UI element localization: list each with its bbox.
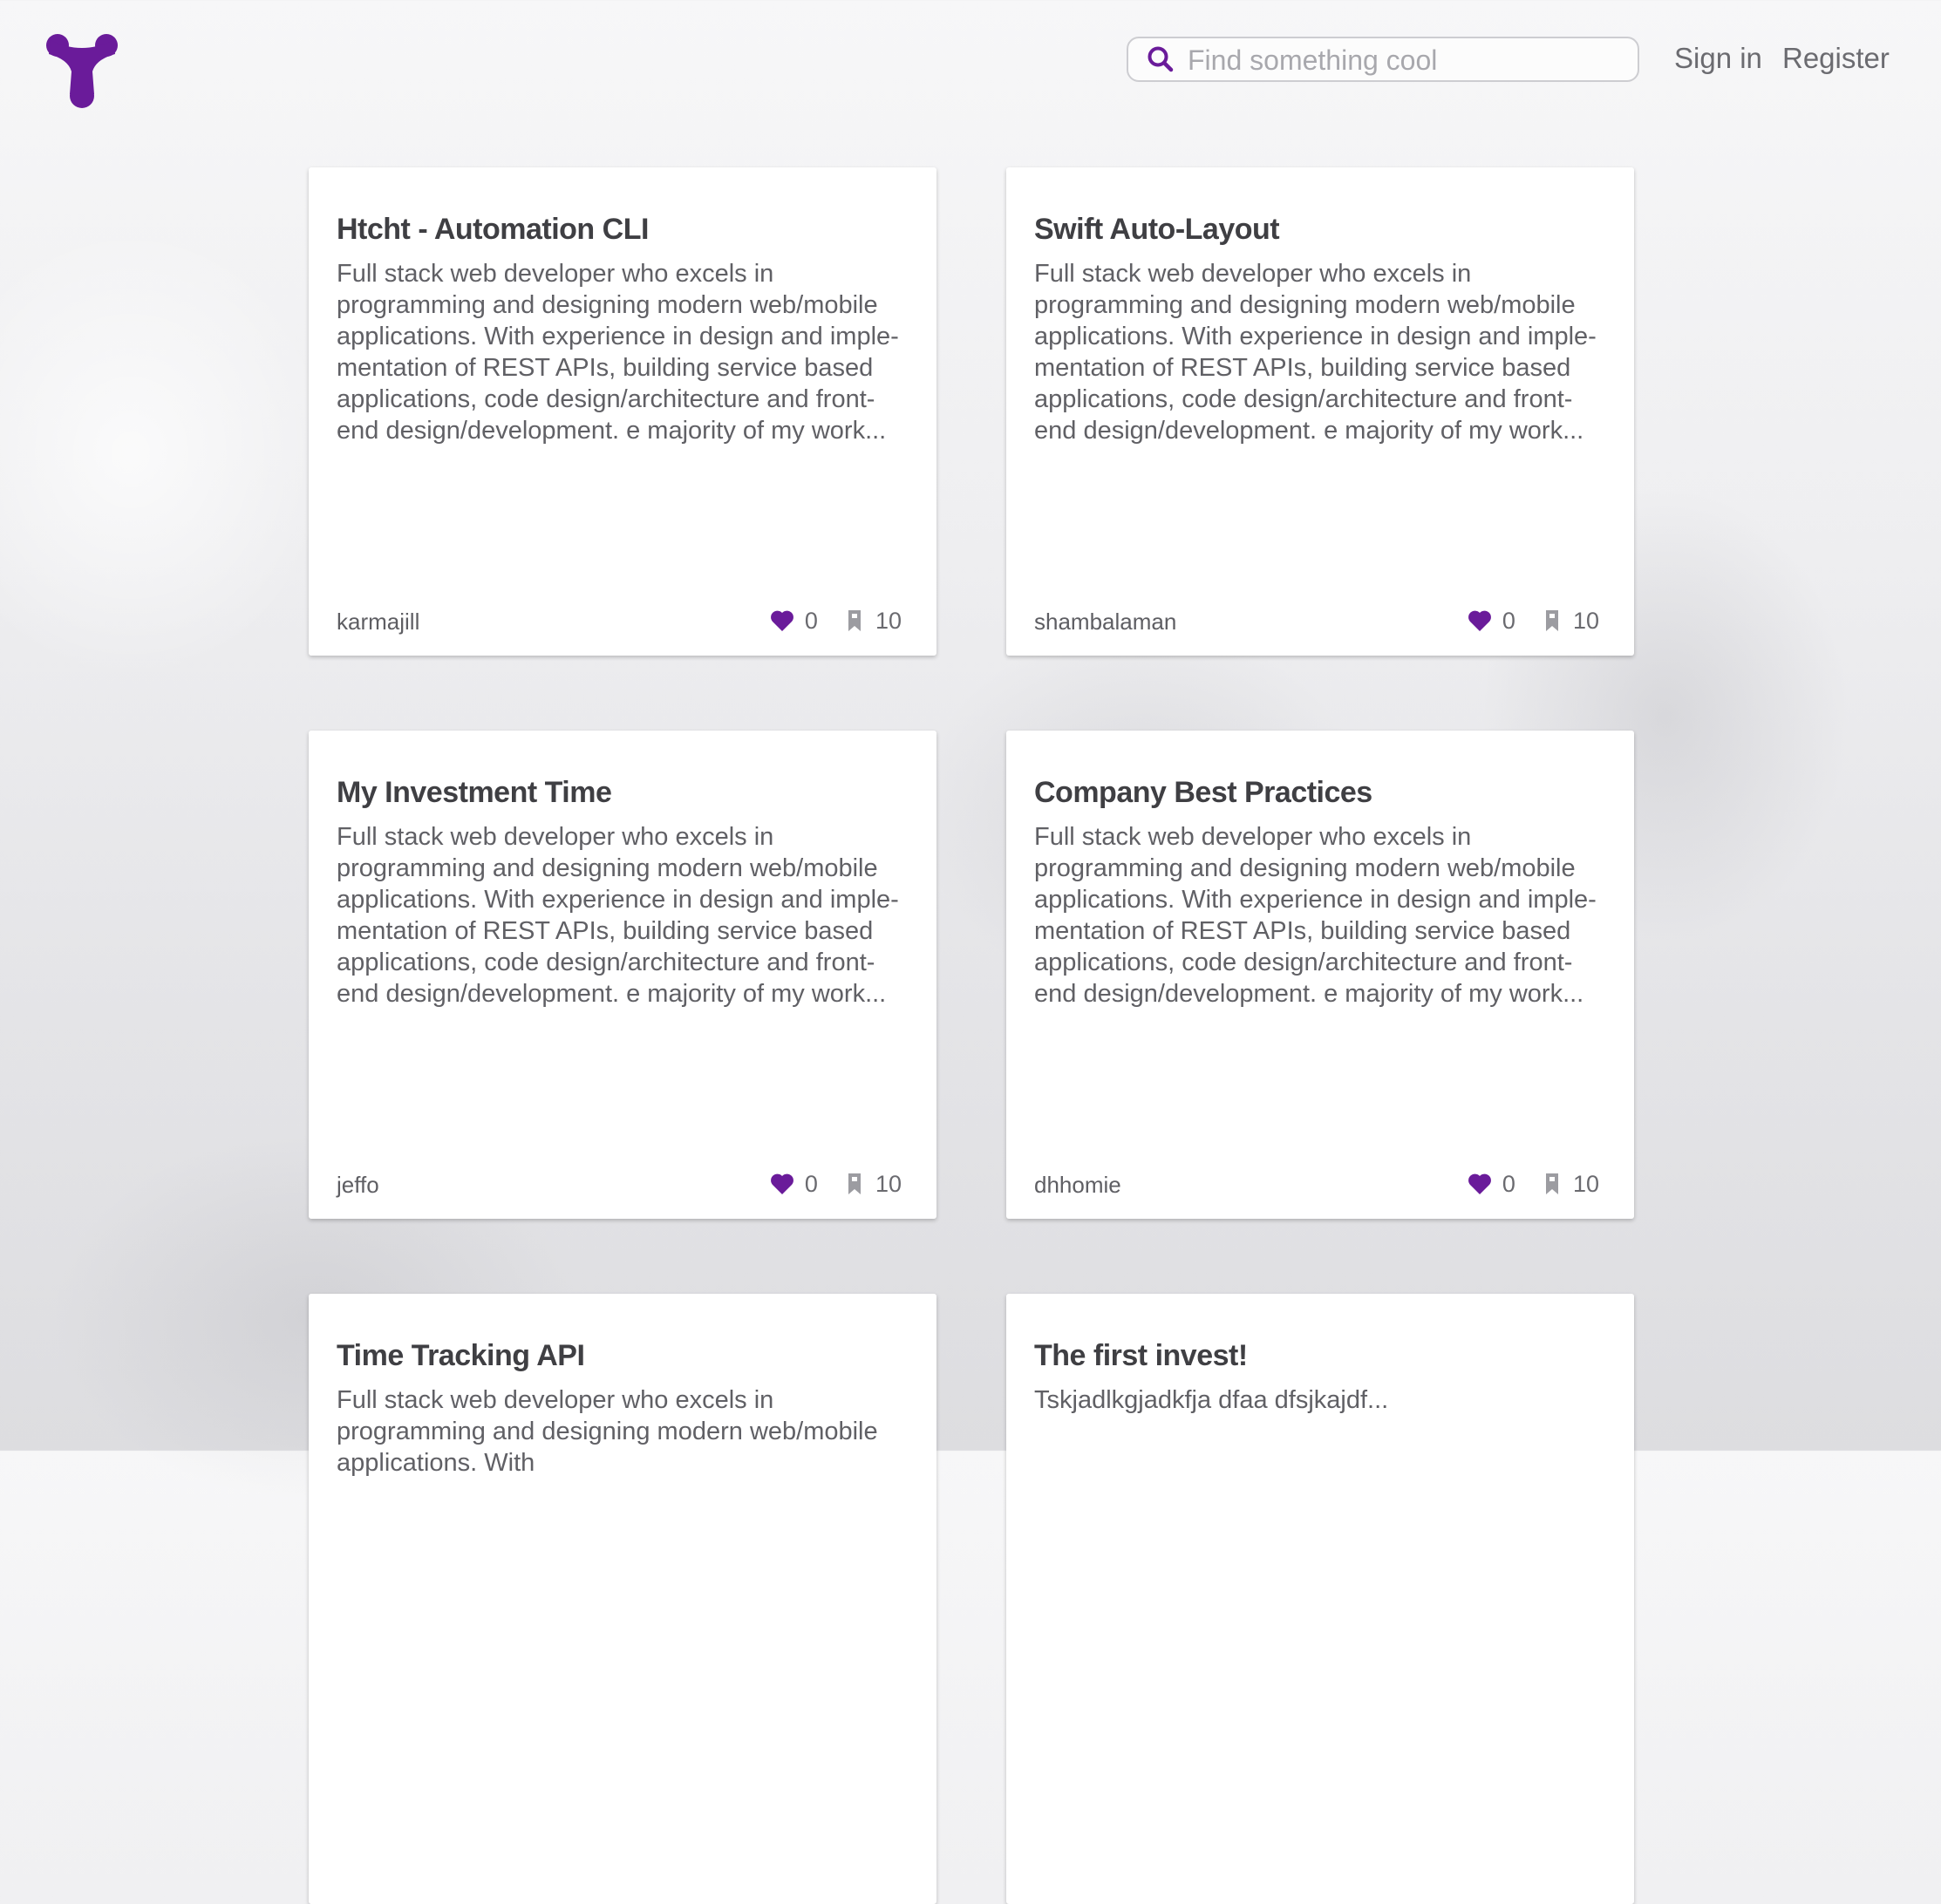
card-description: Full stack web developer who excels in p… bbox=[337, 1386, 878, 1477]
card-title[interactable]: Htcht - Automation CLI bbox=[337, 213, 909, 247]
card-footer: karmajill 0 10 bbox=[337, 603, 902, 638]
bookmark-icon[interactable] bbox=[848, 609, 862, 632]
card-title[interactable]: Swift Auto-Layout bbox=[1034, 213, 1606, 247]
app-logo-icon[interactable] bbox=[45, 33, 119, 110]
register-link[interactable]: Register bbox=[1782, 42, 1890, 75]
bookmark-icon[interactable] bbox=[1545, 609, 1559, 632]
project-card[interactable]: My Investment Time Full stack web develo… bbox=[309, 731, 936, 1219]
project-card[interactable]: Time Tracking API Full stack web develop… bbox=[309, 1294, 936, 1904]
card-footer: shambalaman 0 10 bbox=[1034, 603, 1599, 638]
search-box bbox=[1127, 37, 1639, 82]
bookmark-count: 10 bbox=[875, 1170, 902, 1197]
bookmark-count: 10 bbox=[875, 607, 902, 634]
card-title[interactable]: My Investment Time bbox=[337, 776, 909, 810]
search-icon[interactable] bbox=[1146, 45, 1175, 75]
card-footer: dhhomie 0 10 bbox=[1034, 1166, 1599, 1201]
sign-in-link[interactable]: Sign in bbox=[1674, 42, 1762, 75]
bookmark-icon[interactable] bbox=[848, 1173, 862, 1195]
card-stats: 0 10 bbox=[1468, 603, 1599, 638]
heart-icon[interactable] bbox=[1468, 609, 1492, 632]
project-card[interactable]: The first invest! Tskjadlkgjadkfja dfaa … bbox=[1006, 1294, 1634, 1904]
card-author[interactable]: shambalaman bbox=[1034, 609, 1176, 636]
card-author[interactable]: dhhomie bbox=[1034, 1172, 1121, 1199]
background-image bbox=[0, 227, 331, 680]
card-stats: 0 10 bbox=[770, 603, 902, 638]
bookmark-icon[interactable] bbox=[1545, 1173, 1559, 1195]
top-bar: Sign in Register bbox=[0, 0, 1941, 131]
like-count: 0 bbox=[804, 1170, 818, 1197]
card-stats: 0 10 bbox=[1468, 1166, 1599, 1201]
card-description: Full stack web developer who excels in p… bbox=[1034, 823, 1597, 1008]
card-title[interactable]: The first invest! bbox=[1034, 1339, 1606, 1373]
project-card[interactable]: Company Best Practices Full stack web de… bbox=[1006, 731, 1634, 1219]
heart-icon[interactable] bbox=[770, 1173, 794, 1195]
project-card[interactable]: Htcht - Automation CLI Full stack web de… bbox=[309, 167, 936, 656]
card-description: Full stack web developer who excels in p… bbox=[337, 823, 899, 1008]
card-description: Tskjadlkgjadkfja dfaa dfsjkajdf... bbox=[1034, 1386, 1389, 1414]
like-count: 0 bbox=[1502, 1170, 1515, 1197]
card-title[interactable]: Time Tracking API bbox=[337, 1339, 909, 1373]
card-author[interactable]: karmajill bbox=[337, 609, 419, 636]
like-count: 0 bbox=[1502, 607, 1515, 634]
card-footer: jeffo 0 10 bbox=[337, 1166, 902, 1201]
heart-icon[interactable] bbox=[770, 609, 794, 632]
card-description: Full stack web developer who excels in p… bbox=[1034, 260, 1597, 445]
card-stats: 0 10 bbox=[770, 1166, 902, 1201]
heart-icon[interactable] bbox=[1468, 1173, 1492, 1195]
like-count: 0 bbox=[804, 607, 818, 634]
project-card[interactable]: Swift Auto-Layout Full stack web develop… bbox=[1006, 167, 1634, 656]
bookmark-count: 10 bbox=[1572, 1170, 1599, 1197]
card-description: Full stack web developer who excels in p… bbox=[337, 260, 899, 445]
card-title[interactable]: Company Best Practices bbox=[1034, 776, 1606, 810]
bookmark-count: 10 bbox=[1572, 607, 1599, 634]
card-author[interactable]: jeffo bbox=[337, 1172, 379, 1199]
search-input[interactable] bbox=[1188, 44, 1624, 77]
